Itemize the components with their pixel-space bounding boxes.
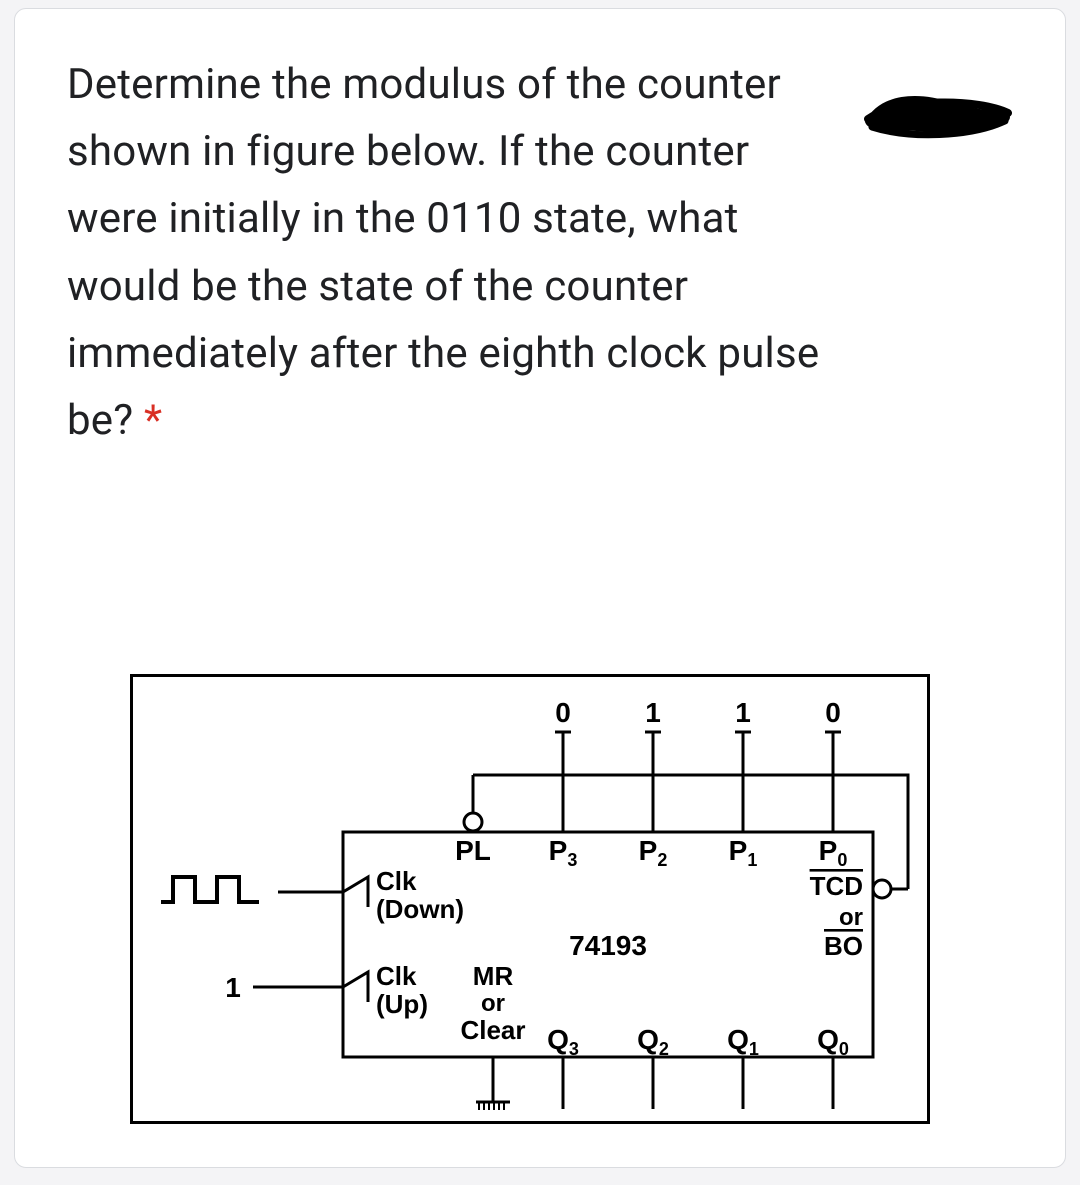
question-text: Determine the modulus of the counter sho… [67, 51, 827, 454]
svg-text:Q2: Q2 [637, 1024, 669, 1059]
q0-label: Q [817, 1024, 839, 1055]
p1-value: 1 [735, 697, 751, 728]
clk-up-label-2: (Up) [376, 989, 428, 1019]
pl-label: PL [455, 835, 491, 866]
p2-label: P [639, 835, 658, 866]
p0-value: 0 [825, 697, 841, 728]
clk-down-label-2: (Down) [376, 894, 464, 924]
q1-label: Q [727, 1024, 749, 1055]
tcd-label: TCD [810, 871, 863, 901]
svg-text:P3: P3 [549, 835, 578, 870]
question-body: Determine the modulus of the counter sho… [67, 60, 819, 445]
required-asterisk: * [144, 396, 162, 445]
redaction-scribble [860, 87, 1015, 142]
circuit-figure: PL P3 P2 P1 P0 0 1 1 0 [130, 674, 930, 1124]
svg-text:Q0: Q0 [817, 1024, 849, 1059]
p1-label: P [729, 835, 748, 866]
p3-label: P [549, 835, 568, 866]
q2-label: Q [637, 1024, 659, 1055]
svg-text:P2: P2 [639, 835, 668, 870]
p2-value: 1 [645, 697, 661, 728]
mr-clear: Clear [460, 1015, 525, 1045]
svg-text:P1: P1 [729, 835, 758, 870]
clk-up-label-1: Clk [376, 961, 417, 991]
mr-or: or [481, 990, 505, 1017]
bo-label: BO [824, 931, 863, 961]
clk-up-value: 1 [225, 972, 241, 1003]
mr-label: MR [473, 961, 514, 991]
chip-number: 74193 [569, 930, 647, 961]
tcd-or: or [839, 904, 863, 931]
svg-text:Q3: Q3 [547, 1024, 579, 1059]
svg-text:P0: P0 [819, 835, 848, 870]
svg-text:Q1: Q1 [727, 1024, 759, 1059]
q3-label: Q [547, 1024, 569, 1055]
p0-label: P [819, 835, 838, 866]
p3-value: 0 [555, 697, 571, 728]
question-card: Determine the modulus of the counter sho… [14, 8, 1066, 1168]
clk-down-label-1: Clk [376, 866, 417, 896]
